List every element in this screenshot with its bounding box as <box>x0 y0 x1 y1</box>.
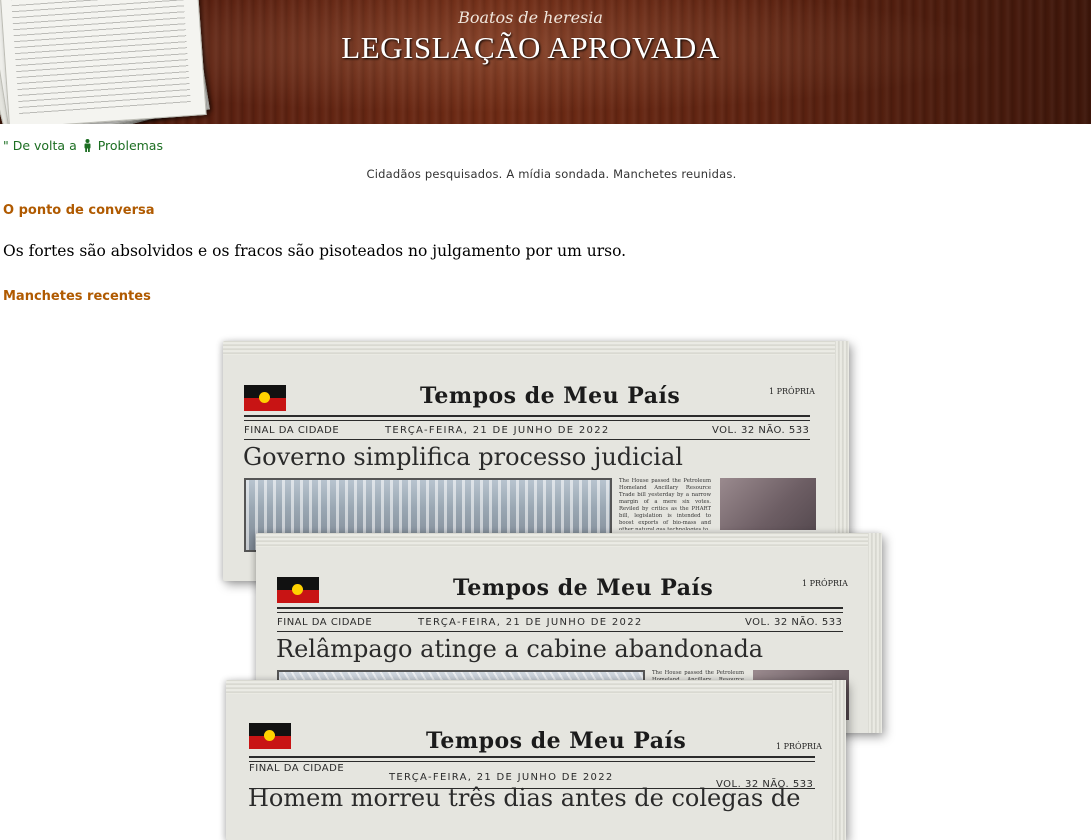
recent-headlines-heading: Manchetes recentes <box>3 289 151 304</box>
back-link-prefix: " De volta a <box>3 138 77 153</box>
talking-point-heading: O ponto de conversa <box>3 203 155 218</box>
talking-point-text: Os fortes são absolvidos e os fracos são… <box>3 242 627 260</box>
newspaper-volume: VOL. 32 NÃO. 533 <box>745 617 843 628</box>
newspaper-corner-label: 1 PRÓPRIA <box>802 579 848 588</box>
newspaper-corner-label: 1 PRÓPRIA <box>769 387 815 396</box>
newspaper-masthead: Tempos de Meu País <box>420 383 681 409</box>
flag-icon <box>244 385 286 411</box>
newspaper-volume: VOL. 32 NÃO. 533 <box>712 425 810 436</box>
flag-icon <box>249 723 291 749</box>
header-banner: Boatos de heresia LEGISLAÇÃO APROVADA <box>0 0 1091 124</box>
newspaper-date: TERÇA-FEIRA, 21 DE JUNHO DE 2022 <box>385 425 610 436</box>
newspaper-headline: Homem morreu três dias antes de colegas … <box>248 784 801 812</box>
newspaper-headline: Governo simplifica processo judicial <box>243 443 683 471</box>
back-to-issues-link[interactable]: " De volta a Problemas <box>3 138 163 155</box>
newspaper-headline: Relâmpago atinge a cabine abandonada <box>276 635 764 663</box>
newspaper-edition: FINAL DA CIDADE <box>277 617 373 628</box>
newspaper-3: Tempos de Meu País 1 PRÓPRIA FINAL DA CI… <box>226 680 846 840</box>
back-link-target: Problemas <box>97 138 163 153</box>
newspaper-date: TERÇA-FEIRA, 21 DE JUNHO DE 2022 <box>418 617 643 628</box>
newspaper-masthead: Tempos de Meu País <box>426 728 687 754</box>
newspaper-masthead: Tempos de Meu País <box>453 575 714 601</box>
flag-icon <box>277 577 319 603</box>
tagline: Cidadãos pesquisados. A mídia sondada. M… <box>366 167 737 181</box>
newspaper-corner-label: 1 PRÓPRIA <box>776 742 822 751</box>
banner-subtitle: Boatos de heresia <box>458 8 603 27</box>
newspaper-date: TERÇA-FEIRA, 21 DE JUNHO DE 2022 <box>389 772 614 783</box>
banner-title: LEGISLAÇÃO APROVADA <box>341 30 720 65</box>
newspaper-body-text: The House passed the Petroleum Homeland … <box>619 478 711 530</box>
newspaper-edition: FINAL DA CIDADE <box>244 425 340 436</box>
person-icon <box>83 139 92 155</box>
newspaper-edition: FINAL DA CIDADE <box>249 763 345 774</box>
newspaper-side-photo <box>720 478 816 530</box>
